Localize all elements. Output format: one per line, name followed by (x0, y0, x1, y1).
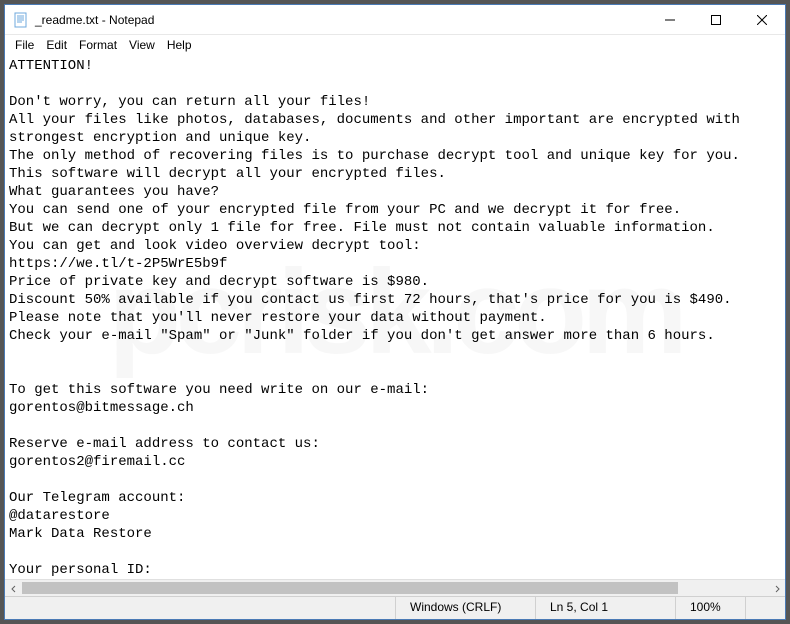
menu-edit[interactable]: Edit (40, 36, 73, 54)
statusbar: Windows (CRLF) Ln 5, Col 1 100% (5, 596, 785, 619)
scrollbar-thumb[interactable] (22, 582, 678, 594)
notepad-icon (13, 12, 29, 28)
window-title: _readme.txt - Notepad (35, 13, 647, 27)
scroll-left-button[interactable] (5, 580, 22, 596)
window-controls (647, 5, 785, 34)
minimize-button[interactable] (647, 5, 693, 34)
titlebar: _readme.txt - Notepad (5, 5, 785, 35)
menu-format[interactable]: Format (73, 36, 123, 54)
menu-file[interactable]: File (9, 36, 40, 54)
close-button[interactable] (739, 5, 785, 34)
notepad-window: _readme.txt - Notepad File Edit Format V… (4, 4, 786, 620)
status-line-ending: Windows (CRLF) (395, 597, 535, 619)
text-editor[interactable]: ATTENTION! Don't worry, you can return a… (5, 55, 785, 579)
menubar: File Edit Format View Help (5, 35, 785, 55)
menu-help[interactable]: Help (161, 36, 198, 54)
scrollbar-track[interactable] (22, 580, 768, 596)
maximize-button[interactable] (693, 5, 739, 34)
status-cursor-position: Ln 5, Col 1 (535, 597, 675, 619)
horizontal-scrollbar[interactable] (5, 579, 785, 596)
content-wrapper: ATTENTION! Don't worry, you can return a… (5, 55, 785, 596)
status-spacer (745, 597, 785, 619)
scroll-right-button[interactable] (768, 580, 785, 596)
status-zoom: 100% (675, 597, 745, 619)
menu-view[interactable]: View (123, 36, 161, 54)
